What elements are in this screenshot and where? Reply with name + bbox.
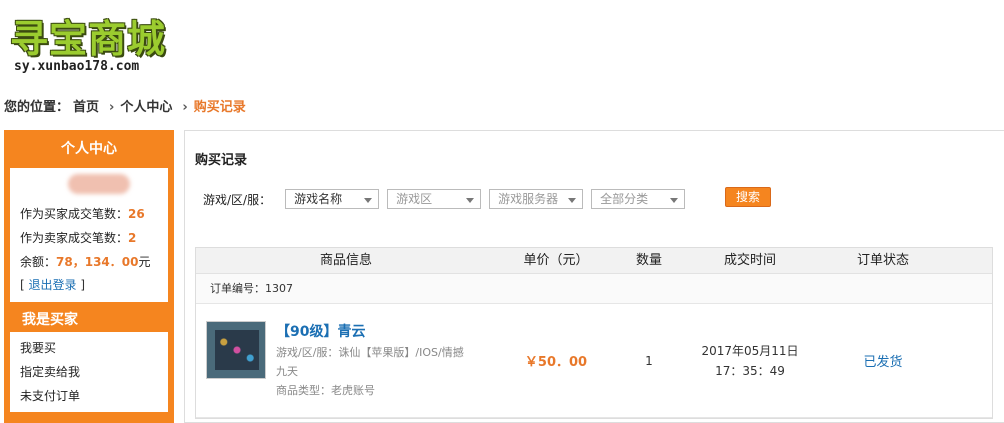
seller-deals-value: 2 — [128, 231, 137, 245]
sidebar: 个人中心 作为买家成交笔数：26 作为卖家成交笔数：2 余额：78，134．00… — [4, 130, 174, 423]
site-logo[interactable]: 寻宝商城 sy.xunbao178.com — [4, 4, 194, 74]
breadcrumb: 您的位置： 首页 › 个人中心 › 购买记录 — [4, 96, 250, 115]
menu-item-unpaid-orders[interactable]: 未支付订单 — [20, 384, 158, 408]
breadcrumb-separator-icon: › — [182, 100, 188, 115]
breadcrumb-prefix: 您的位置： — [4, 100, 70, 115]
seller-deals-stat: 作为卖家成交笔数：2 — [20, 226, 160, 250]
page-title: 购买记录 — [195, 153, 248, 168]
header-price: 单价（元） — [523, 253, 589, 268]
orders-table: 商品信息 单价（元） 数量 成交时间 订单状态 订单编号：1307 【90级】青… — [195, 247, 993, 419]
logout-link[interactable]: 退出登录 — [29, 278, 77, 292]
order-number: 订单编号：1307 — [196, 274, 992, 304]
balance-label: 余额： — [20, 255, 57, 269]
username-blurred — [68, 174, 130, 194]
game-zone-select[interactable]: 游戏区 — [387, 189, 482, 209]
logo-url: sy.xunbao178.com — [14, 59, 140, 74]
logout-bracket-close: ] — [80, 278, 86, 292]
breadcrumb-center[interactable]: 个人中心 — [120, 100, 172, 115]
balance-value: 78，134．00 — [56, 255, 139, 269]
menu-item-want-buy[interactable]: 我要买 — [20, 336, 158, 360]
balance-stat: 余额：78，134．00元 — [20, 250, 160, 274]
product-name-link[interactable]: 【90级】青云 — [276, 321, 490, 343]
buyer-deals-label: 作为买家成交笔数： — [20, 207, 129, 221]
logo-text: 寻宝商城 — [10, 17, 167, 61]
filter-label: 游戏/区/服： — [203, 192, 272, 207]
breadcrumb-current: 购买记录 — [193, 100, 246, 115]
deal-clock: 17：35：49 — [715, 363, 785, 378]
product-server-detail-cont: 九天 — [276, 365, 298, 378]
main-panel: 购买记录 游戏/区/服： 游戏名称 游戏区 游戏服务器 全部分类 搜索 商品信息… — [184, 130, 1004, 423]
header-time: 成交时间 — [723, 253, 776, 268]
buyer-deals-value: 26 — [128, 207, 145, 221]
game-server-select[interactable]: 游戏服务器 — [489, 189, 584, 209]
product-thumbnail[interactable] — [206, 321, 266, 379]
search-button[interactable]: 搜索 — [725, 187, 771, 207]
filter-bar: 游戏/区/服： 游戏名称 游戏区 游戏服务器 全部分类 — [203, 189, 693, 209]
table-header: 商品信息 单价（元） 数量 成交时间 订单状态 — [196, 248, 992, 274]
product-server-detail: 游戏/区/服：诛仙【苹果版】/IOS/情撼 — [276, 346, 464, 359]
unit-price: ￥50．00 — [524, 355, 588, 370]
buyer-section-title: 我是买家 — [10, 308, 168, 332]
balance-unit: 元 — [138, 255, 151, 269]
product-type: 商品类型：老虎账号 — [276, 384, 375, 397]
buyer-deals-stat: 作为买家成交笔数：26 — [20, 202, 160, 226]
breadcrumb-home[interactable]: 首页 — [73, 100, 99, 115]
deal-date: 2017年05月11日 — [701, 343, 799, 358]
sidebar-title: 个人中心 — [61, 141, 117, 157]
category-select[interactable]: 全部分类 — [591, 189, 686, 209]
table-row: 【90级】青云 游戏/区/服：诛仙【苹果版】/IOS/情撼 九天 商品类型：老虎… — [196, 304, 992, 418]
logout-row: [ 退出登录 ] — [20, 274, 160, 296]
breadcrumb-separator-icon: › — [109, 100, 115, 115]
header-qty: 数量 — [635, 253, 662, 268]
game-name-select[interactable]: 游戏名称 — [285, 189, 380, 209]
logout-bracket-open: [ — [20, 278, 25, 292]
user-info-box: 作为买家成交笔数：26 作为卖家成交笔数：2 余额：78，134．00元 [ 退… — [10, 168, 168, 302]
product-info: 【90级】青云 游戏/区/服：诛仙【苹果版】/IOS/情撼 九天 商品类型：老虎… — [196, 321, 496, 400]
order-status[interactable]: 已发货 — [818, 351, 948, 370]
seller-deals-label: 作为卖家成交笔数： — [20, 231, 129, 245]
menu-item-sell-to-me[interactable]: 指定卖给我 — [20, 360, 158, 384]
quantity: 1 — [645, 353, 653, 368]
header-info: 商品信息 — [319, 253, 372, 268]
header-status: 订单状态 — [856, 253, 909, 268]
buyer-menu: 我要买 指定卖给我 未支付订单 — [10, 332, 168, 412]
deal-time: 2017年05月11日 17：35：49 — [682, 341, 818, 381]
product-text: 【90级】青云 游戏/区/服：诛仙【苹果版】/IOS/情撼 九天 商品类型：老虎… — [276, 321, 490, 400]
